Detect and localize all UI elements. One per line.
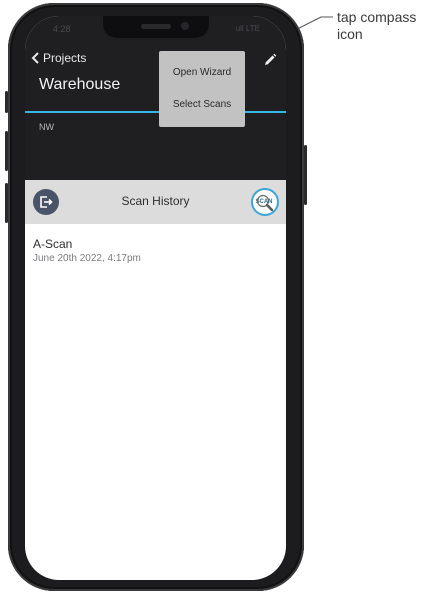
phone-side-button	[5, 91, 8, 113]
phone-power-button	[304, 145, 307, 205]
scan-history-bar: Scan History SCAN	[25, 180, 286, 224]
status-signal: ull LTE	[235, 24, 260, 33]
scan-date: June 20th 2022, 4:17pm	[33, 253, 141, 264]
annotation-text: tap compass icon	[337, 9, 417, 42]
phone-notch	[103, 16, 209, 38]
direction-label: NW	[39, 122, 54, 132]
scan-name: A-Scan	[33, 237, 73, 251]
phone-volume-up	[5, 131, 8, 171]
pencil-icon[interactable]	[263, 53, 277, 67]
options-menu: Open Wizard Select Scans	[159, 51, 245, 127]
status-time: 4:28	[53, 24, 71, 34]
chevron-left-icon	[31, 52, 39, 64]
phone-screen: 4:28 ull LTE Projects Warehouse NW Open …	[25, 16, 286, 580]
menu-item-open-wizard[interactable]: Open Wizard	[159, 67, 245, 78]
project-title: Warehouse	[39, 76, 121, 93]
speaker-icon	[141, 24, 171, 29]
project-header: 4:28 ull LTE Projects Warehouse NW Open …	[25, 16, 286, 180]
camera-icon	[181, 22, 189, 30]
menu-item-select-scans[interactable]: Select Scans	[159, 99, 245, 110]
back-button[interactable]: Projects	[31, 51, 86, 65]
scan-history-title: Scan History	[121, 194, 190, 208]
header-divider	[25, 111, 286, 113]
scan-list-item[interactable]: A-Scan June 20th 2022, 4:17pm	[33, 237, 141, 264]
phone-volume-down	[5, 183, 8, 223]
back-button-label: Projects	[43, 51, 87, 65]
scan-button[interactable]: SCAN	[251, 188, 279, 216]
